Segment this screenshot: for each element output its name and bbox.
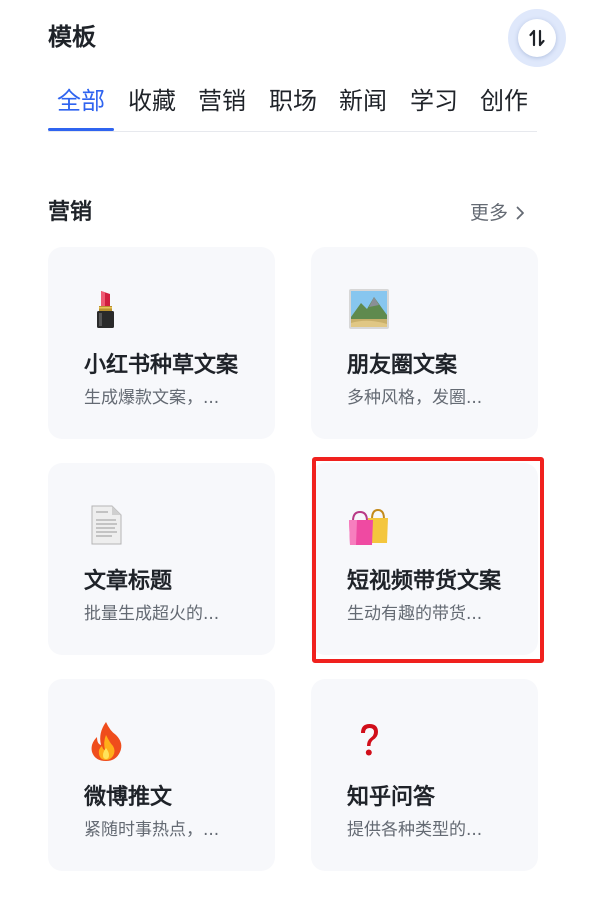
question-mark-icon bbox=[361, 724, 378, 756]
sort-toggle-icon bbox=[529, 29, 545, 47]
tab-creation[interactable]: 创作 bbox=[480, 82, 528, 132]
card-title: 文章标题 bbox=[84, 569, 173, 594]
sort-toggle-button[interactable] bbox=[508, 9, 566, 67]
lipstick-icon bbox=[97, 291, 114, 328]
card-title: 微博推文 bbox=[84, 785, 173, 810]
template-card-short-video-sales[interactable]: 短视频带货文案 生动有趣的带货... bbox=[311, 463, 538, 655]
card-description: 批量生成超火的... bbox=[84, 604, 220, 624]
chevron-right-icon bbox=[516, 206, 524, 220]
card-description: 生成爆款文案，... bbox=[84, 388, 220, 408]
template-card-article-title[interactable]: 文章标题 批量生成超火的... bbox=[48, 463, 275, 655]
active-tab-indicator bbox=[48, 128, 114, 131]
card-description: 提供各种类型的... bbox=[347, 820, 483, 840]
category-tabs: 全部 收藏 营销 职场 新闻 学习 创作 bbox=[48, 82, 537, 132]
template-card-moments[interactable]: 朋友圈文案 多种风格，发圈... bbox=[311, 247, 538, 439]
section-title: 营销 bbox=[48, 200, 93, 225]
card-description: 生动有趣的带货... bbox=[347, 604, 483, 624]
card-description: 紧随时事热点，... bbox=[84, 820, 220, 840]
template-card-zhihu[interactable]: 知乎问答 提供各种类型的... bbox=[311, 679, 538, 871]
card-description: 多种风格，发圈... bbox=[347, 388, 483, 408]
tab-favorites[interactable]: 收藏 bbox=[128, 82, 176, 132]
fire-icon bbox=[91, 722, 122, 761]
card-title: 朋友圈文案 bbox=[347, 353, 458, 378]
card-title: 知乎问答 bbox=[347, 785, 436, 810]
template-card-weibo[interactable]: 微博推文 紧随时事热点，... bbox=[48, 679, 275, 871]
shopping-bags-icon bbox=[349, 508, 388, 545]
tab-all[interactable]: 全部 bbox=[57, 82, 105, 132]
card-title: 短视频带货文案 bbox=[347, 569, 502, 594]
card-title: 小红书种草文案 bbox=[84, 353, 239, 378]
page-title: 模板 bbox=[48, 23, 96, 51]
document-icon bbox=[91, 505, 122, 545]
more-link[interactable]: 更多 bbox=[470, 199, 525, 227]
tab-study[interactable]: 学习 bbox=[410, 82, 458, 132]
template-card-xiaohongshu[interactable]: 小红书种草文案 生成爆款文案，... bbox=[48, 247, 275, 439]
more-link-label: 更多 bbox=[470, 202, 509, 224]
tab-workplace[interactable]: 职场 bbox=[269, 82, 317, 132]
tab-marketing[interactable]: 营销 bbox=[198, 82, 246, 132]
landscape-photo-icon bbox=[349, 289, 389, 329]
tab-news[interactable]: 新闻 bbox=[339, 82, 387, 132]
